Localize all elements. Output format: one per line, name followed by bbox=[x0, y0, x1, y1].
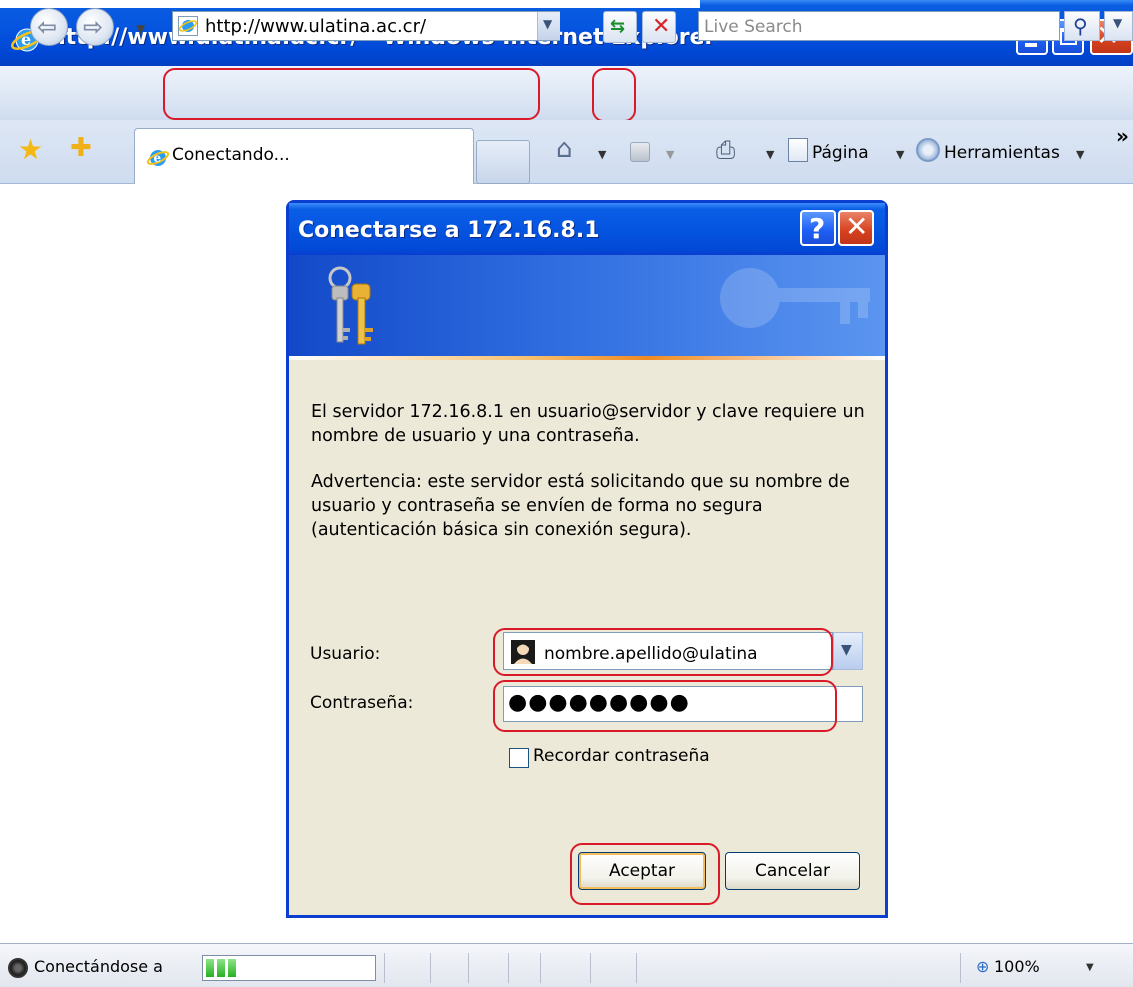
home-icon[interactable]: ⌂ bbox=[556, 134, 573, 164]
ie-page-icon bbox=[178, 16, 198, 36]
dialog-message: El servidor 172.16.8.1 en usuario@servid… bbox=[311, 402, 865, 446]
more-commands-icon[interactable]: » bbox=[1116, 124, 1129, 148]
page-menu[interactable]: Página bbox=[812, 143, 869, 163]
home-dropdown[interactable]: ▼ bbox=[598, 148, 606, 161]
ie-tab-icon: e bbox=[146, 150, 170, 166]
refresh-icon: ⇆ bbox=[610, 16, 626, 37]
zoom-dropdown[interactable]: ▼ bbox=[1086, 962, 1094, 973]
dialog-warning: Advertencia: este servidor está solicita… bbox=[311, 472, 850, 540]
status-separator bbox=[384, 953, 385, 983]
search-options-button[interactable]: ▼ bbox=[1104, 11, 1133, 41]
remember-password-checkbox[interactable] bbox=[509, 748, 529, 768]
svg-text:e: e bbox=[154, 151, 162, 165]
status-separator bbox=[960, 953, 961, 983]
progress-segment bbox=[206, 959, 214, 977]
status-text: Conectándose a bbox=[34, 957, 163, 976]
navigation-bar bbox=[0, 66, 1133, 120]
print-icon[interactable]: ⎙ bbox=[716, 136, 735, 164]
page-dropdown[interactable]: ▼ bbox=[896, 148, 904, 161]
svg-text:e: e bbox=[21, 30, 31, 49]
stop-icon: ✕ bbox=[652, 14, 671, 39]
zoom-level[interactable]: 100% bbox=[994, 957, 1040, 976]
progress-segment bbox=[228, 959, 236, 977]
address-text[interactable]: http://www.ulatina.ac.cr/ bbox=[205, 16, 426, 37]
forward-arrow-icon: ⇨ bbox=[83, 13, 104, 41]
user-avatar-icon bbox=[511, 640, 535, 664]
tab-label: Conectando... bbox=[172, 145, 290, 165]
password-label: Contraseña: bbox=[310, 693, 414, 713]
keys-icon bbox=[328, 266, 373, 345]
help-icon: ? bbox=[809, 212, 826, 245]
stop-button[interactable]: ✕ bbox=[642, 11, 676, 43]
zoom-icon[interactable]: ⊕ bbox=[976, 957, 989, 976]
close-icon: ✕ bbox=[845, 210, 869, 243]
cancel-button[interactable]: Cancelar bbox=[725, 852, 860, 890]
status-separator bbox=[468, 953, 469, 983]
progress-segment bbox=[217, 959, 225, 977]
status-separator bbox=[508, 953, 509, 983]
search-button[interactable]: ⚲ bbox=[1064, 11, 1100, 41]
dialog-close-button[interactable]: ✕ bbox=[838, 210, 874, 246]
accept-button[interactable]: Aceptar bbox=[578, 852, 706, 890]
search-placeholder: Live Search bbox=[704, 17, 803, 37]
username-value[interactable]: nombre.apellido@ulatina bbox=[544, 644, 758, 664]
gear-icon[interactable] bbox=[916, 138, 940, 162]
status-separator bbox=[590, 953, 591, 983]
search-icon: ⚲ bbox=[1073, 14, 1088, 38]
recent-pages-dropdown[interactable]: ▼ bbox=[136, 22, 145, 36]
back-button[interactable]: ⇦ bbox=[30, 8, 68, 46]
new-tab-button[interactable] bbox=[476, 140, 530, 184]
page-icon[interactable] bbox=[788, 138, 808, 162]
status-separator bbox=[540, 953, 541, 983]
back-arrow-icon: ⇦ bbox=[37, 13, 58, 41]
status-separator bbox=[430, 953, 431, 983]
username-label: Usuario: bbox=[310, 644, 381, 664]
chevron-down-icon: ▼ bbox=[543, 17, 553, 31]
chevron-down-icon: ▼ bbox=[1113, 16, 1123, 30]
help-button[interactable]: ? bbox=[800, 210, 836, 246]
print-dropdown[interactable]: ▼ bbox=[766, 148, 774, 161]
address-dropdown-button[interactable]: ▼ bbox=[537, 12, 560, 40]
keys-watermark-icon bbox=[720, 268, 870, 328]
feeds-icon[interactable] bbox=[630, 142, 650, 162]
remember-password-label[interactable]: Recordar contraseña bbox=[533, 746, 710, 766]
username-dropdown-button[interactable]: ▼ bbox=[833, 632, 863, 670]
add-favorite-icon[interactable]: ✚ bbox=[70, 133, 92, 163]
loading-icon bbox=[8, 958, 28, 978]
tools-dropdown[interactable]: ▼ bbox=[1076, 148, 1084, 161]
status-bar bbox=[0, 943, 1133, 987]
tools-menu[interactable]: Herramientas bbox=[944, 143, 1060, 163]
favorites-star-icon[interactable]: ★ bbox=[18, 133, 43, 166]
status-separator bbox=[636, 953, 637, 983]
feeds-dropdown[interactable]: ▼ bbox=[666, 148, 674, 161]
chevron-down-icon: ▼ bbox=[841, 642, 852, 658]
dialog-title: Conectarse a 172.16.8.1 bbox=[298, 218, 600, 243]
banner-stripe bbox=[289, 356, 885, 360]
password-value[interactable]: ●●●●●●●●● bbox=[508, 690, 690, 715]
refresh-button[interactable]: ⇆ bbox=[603, 11, 637, 43]
forward-button[interactable]: ⇨ bbox=[76, 8, 114, 46]
minimize-icon bbox=[1025, 43, 1037, 47]
